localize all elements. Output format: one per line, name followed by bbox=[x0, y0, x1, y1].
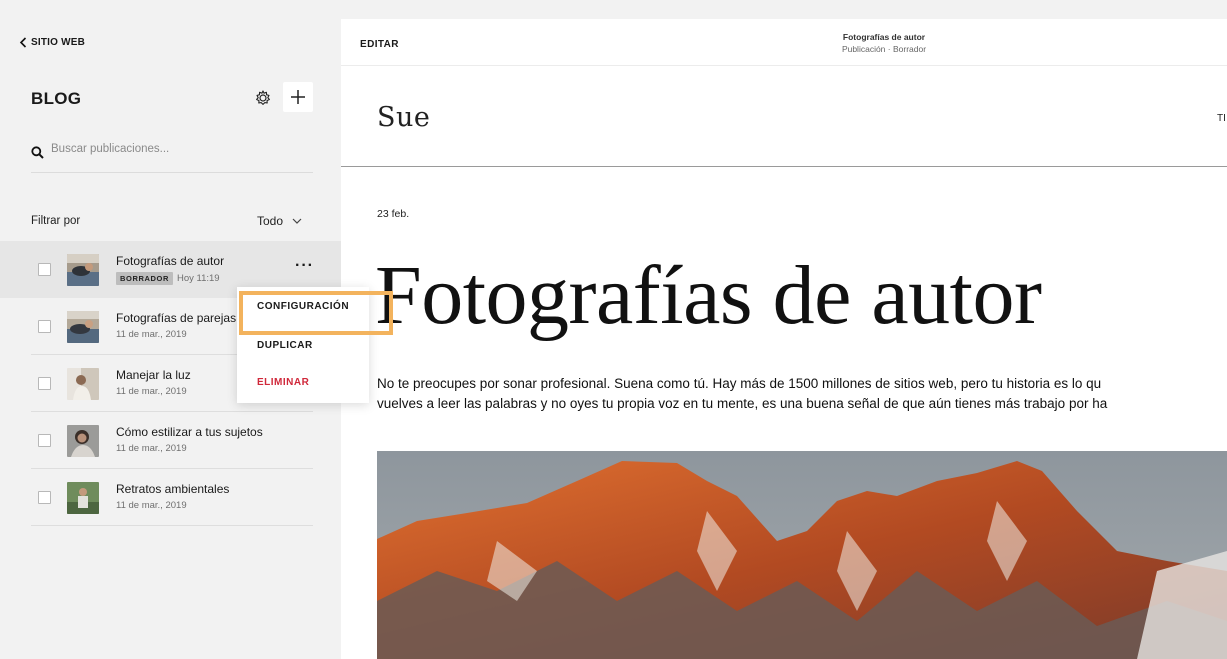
plus-icon bbox=[291, 90, 305, 104]
hero-image-mountains bbox=[377, 451, 1227, 659]
post-thumbnail bbox=[67, 425, 99, 457]
site-nav-item[interactable]: TI bbox=[1217, 113, 1226, 124]
filter-label: Filtrar por bbox=[31, 215, 81, 227]
search-icon bbox=[31, 146, 44, 159]
post-thumbnail bbox=[67, 311, 99, 343]
post-excerpt-line: No te preocupes por sonar profesional. S… bbox=[377, 376, 1102, 391]
post-date: 11 de mar., 2019 bbox=[116, 443, 187, 454]
menu-item-settings[interactable]: CONFIGURACIÓN bbox=[257, 301, 349, 312]
post-checkbox[interactable] bbox=[38, 377, 51, 390]
post-meta: BORRADOR Hoy 11:19 bbox=[116, 272, 220, 285]
post-checkbox[interactable] bbox=[38, 491, 51, 504]
edit-button[interactable]: EDITAR bbox=[360, 39, 399, 50]
post-date-label: 23 feb. bbox=[377, 208, 410, 220]
post-date: 11 de mar., 2019 bbox=[116, 386, 187, 397]
filter-value: Todo bbox=[257, 214, 284, 228]
post-meta: 11 de mar., 2019 bbox=[116, 386, 187, 397]
post-date: 11 de mar., 2019 bbox=[116, 500, 187, 511]
list-item[interactable]: Cómo estilizar a tus sujetos 11 de mar.,… bbox=[31, 412, 313, 469]
post-heading: Fotografías de autor bbox=[375, 249, 1042, 342]
back-to-website-link[interactable]: SITIO WEB bbox=[19, 37, 85, 48]
post-meta: 11 de mar., 2019 bbox=[116, 500, 187, 511]
list-item[interactable]: Retratos ambientales 11 de mar., 2019 bbox=[31, 469, 313, 526]
post-meta: 11 de mar., 2019 bbox=[116, 329, 187, 340]
chevron-down-icon bbox=[292, 218, 302, 224]
blog-title: BLOG bbox=[31, 89, 82, 108]
more-options-button[interactable]: ··· bbox=[295, 257, 314, 275]
post-thumbnail bbox=[67, 254, 99, 286]
menu-item-duplicate[interactable]: DUPLICAR bbox=[257, 340, 313, 351]
post-title: Manejar la luz bbox=[116, 368, 191, 382]
gear-icon[interactable] bbox=[253, 88, 273, 108]
post-excerpt: No te preocupes por sonar profesional. S… bbox=[377, 374, 1227, 414]
editor-topbar: EDITAR Fotografías de autor Publicación … bbox=[341, 19, 1227, 66]
post-title: Fotografías de parejas bbox=[116, 311, 237, 325]
post-checkbox[interactable] bbox=[38, 434, 51, 447]
post-title: Cómo estilizar a tus sujetos bbox=[116, 425, 263, 439]
menu-item-delete[interactable]: ELIMINAR bbox=[257, 377, 309, 388]
post-thumbnail bbox=[67, 368, 99, 400]
document-title: Fotografías de autor bbox=[842, 32, 926, 42]
post-title: Retratos ambientales bbox=[116, 482, 230, 496]
document-status: Publicación · Borrador bbox=[841, 44, 927, 54]
search-bar bbox=[31, 143, 313, 173]
status-badge: BORRADOR bbox=[116, 272, 173, 285]
post-meta: 11 de mar., 2019 bbox=[116, 443, 187, 454]
post-date: Hoy 11:19 bbox=[176, 273, 220, 284]
post-checkbox[interactable] bbox=[38, 320, 51, 333]
site-header: Sue TI bbox=[341, 66, 1227, 167]
add-post-button[interactable] bbox=[283, 82, 313, 112]
site-logo[interactable]: Sue bbox=[377, 102, 430, 133]
post-options-menu: CONFIGURACIÓN DUPLICAR ELIMINAR bbox=[237, 287, 369, 403]
post-title: Fotografías de autor bbox=[116, 254, 225, 268]
post-checkbox[interactable] bbox=[38, 263, 51, 276]
filter-dropdown[interactable]: Todo bbox=[257, 214, 302, 228]
chevron-left-icon bbox=[19, 37, 27, 48]
post-date: 11 de mar., 2019 bbox=[116, 329, 187, 340]
back-label: SITIO WEB bbox=[31, 37, 86, 48]
post-excerpt-line: vuelves a leer las palabras y no oyes tu… bbox=[377, 396, 1108, 411]
post-thumbnail bbox=[67, 482, 99, 514]
search-input[interactable] bbox=[51, 143, 291, 155]
page-preview: EDITAR Fotografías de autor Publicación … bbox=[341, 19, 1227, 659]
